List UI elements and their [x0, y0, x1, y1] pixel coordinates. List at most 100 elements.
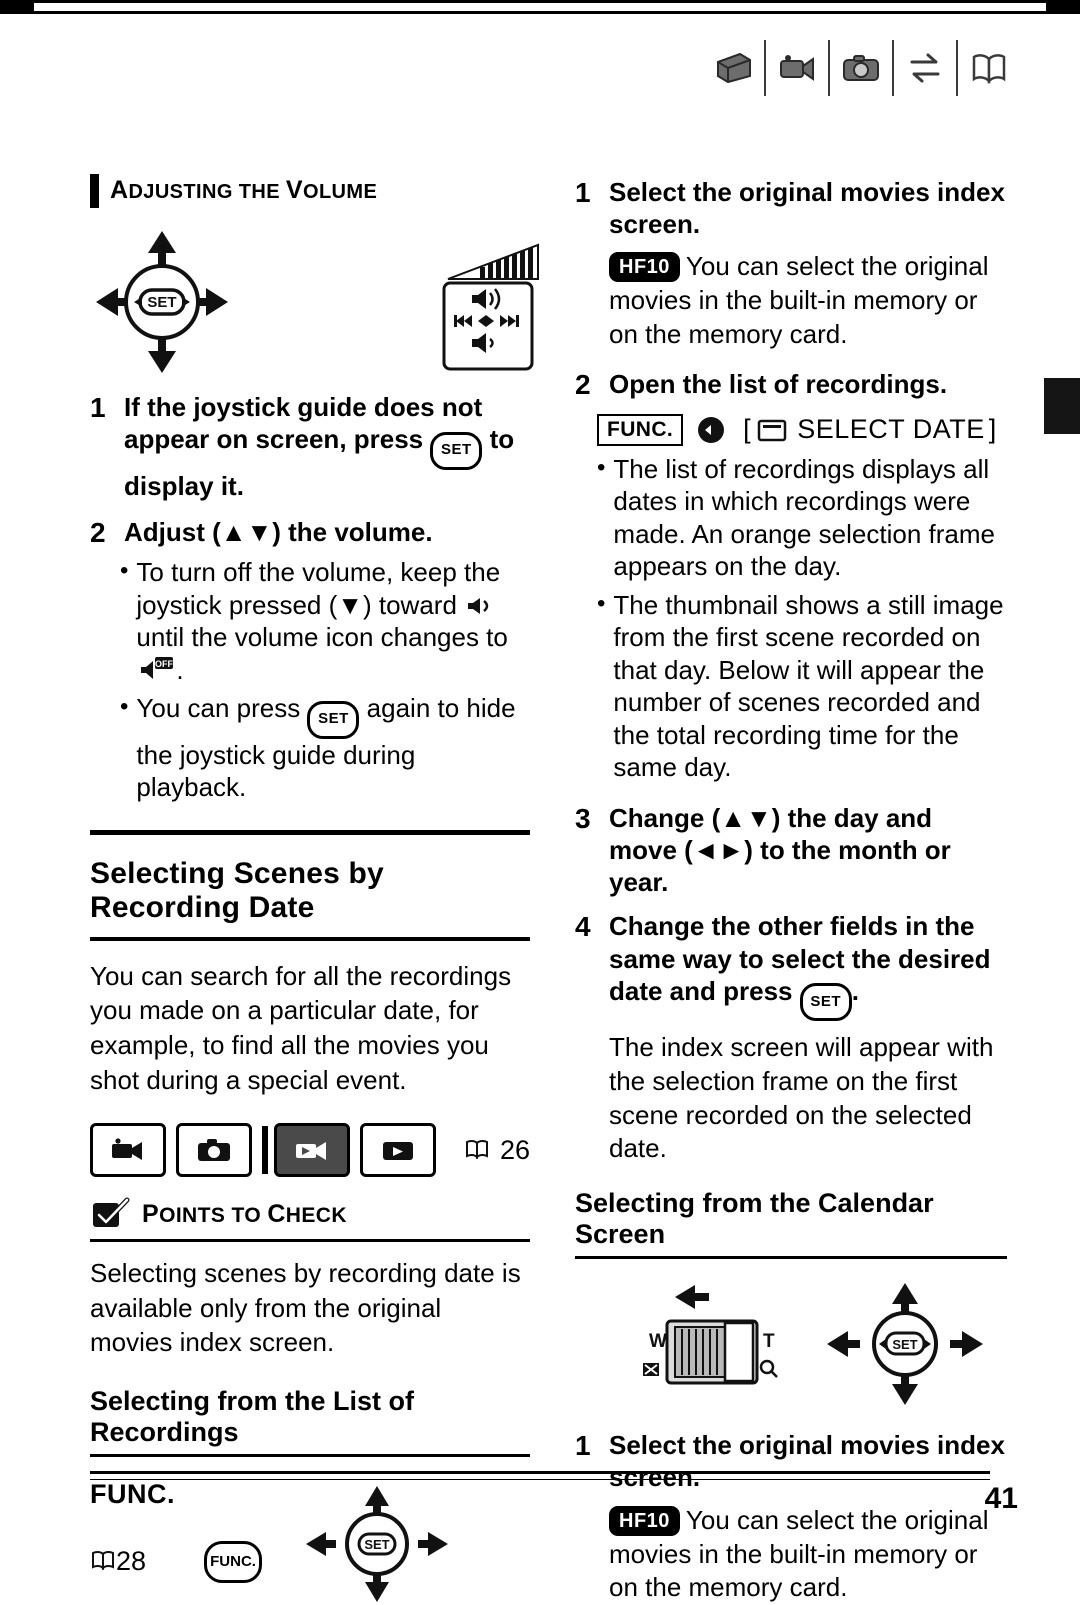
set-button-icon: SET [799, 983, 852, 1022]
step-text: If the joystick guide does not appear on… [116, 391, 530, 502]
adjusting-volume-heading: ADJUSTING THE VOLUME [90, 174, 530, 208]
bracket-close: ] [988, 414, 997, 445]
ptc-rest-b: HECK [285, 1203, 347, 1227]
ptc-cap-a: P [142, 1199, 160, 1228]
page-reference-number: 26 [499, 1134, 531, 1165]
bullet-text-c: until the volume icon changes to [136, 622, 508, 653]
page-top-black-bar [0, 0, 1080, 14]
book-ref-icon [90, 1546, 116, 1577]
svg-text:W: W [649, 1331, 667, 1352]
checkbox-icon [93, 1197, 130, 1228]
svg-text:T: T [763, 1331, 775, 1352]
page-number: 41 [984, 1482, 1018, 1515]
func-page-reference: 28 [90, 1546, 146, 1577]
step-text-b: . [851, 975, 859, 1006]
heading-cap-a: A [110, 176, 129, 204]
bullet-text: The thumbnail shows a still image from t… [613, 589, 1004, 783]
transfer-icon [894, 40, 958, 96]
step-text-a: If the joystick guide does not appear on… [124, 392, 483, 455]
bullet-dot: • [597, 589, 606, 617]
speaker-off-icon: OFF [141, 656, 174, 679]
right-step-1: 1 Select the original movies index scree… [575, 176, 1007, 240]
heading-rest-b: OLUME [302, 181, 378, 203]
svg-text:OFF: OFF [155, 659, 173, 669]
mode-separator [261, 1126, 269, 1175]
camera-icon [830, 40, 894, 96]
points-to-check-label: POINTS TO CHECK [130, 1200, 347, 1229]
section-title-recording-date: Selecting Scenes by Recording Date [90, 856, 384, 924]
book-ref-icon [464, 1135, 490, 1166]
step-text-a: Change ( [609, 802, 721, 833]
bullet-text: You can press SET again to hide the joys… [136, 692, 530, 803]
volume-guide-icon [420, 227, 550, 382]
step-number: 1 [90, 392, 106, 423]
right-bullet-2: • The thumbnail shows a still image from… [575, 589, 1007, 784]
side-tab-marker [1044, 378, 1080, 434]
hf10-note-1: HF10 You can select the original movies i… [575, 250, 1007, 351]
mode-icon-row: 26 [90, 1123, 530, 1178]
page-top-bar-inner [34, 3, 1046, 11]
card-icon [757, 419, 787, 441]
left-step-1: 1 If the joystick guide does not appear … [90, 391, 530, 502]
step-text: Change (▲▼) the day and move (◄►) to the… [601, 802, 1007, 899]
left-bullet-2: • You can press SET again to hide the jo… [90, 692, 530, 803]
leftright-arrows-icon: ◄► [692, 834, 745, 865]
joystick-small-icon [698, 416, 725, 443]
step-number: 3 [575, 802, 591, 834]
func-button-icon: FUNC. [204, 1540, 263, 1583]
section-divider [90, 829, 530, 835]
footer-rule-thin [90, 1479, 990, 1480]
joystick-guide-icon-3: SET [827, 1283, 983, 1406]
step-text-a: Adjust ( [124, 516, 221, 547]
joystick-guide-icon: SET [96, 231, 228, 373]
print-icon [702, 40, 766, 96]
svg-text:SET: SET [147, 294, 176, 311]
step4-note: The index screen will appear with the se… [609, 1032, 994, 1164]
menu-path-line: FUNC. [ SELECT DATE] [575, 413, 1007, 447]
right-step-2: 2 Open the list of recordings. [575, 368, 1007, 403]
svg-text:SET: SET [892, 1337, 917, 1352]
bracket-open: [ [743, 414, 752, 445]
hf10-badge: HF10 [609, 1505, 680, 1536]
bullet-text-b: ) toward [362, 589, 465, 620]
step-number: 2 [575, 368, 591, 400]
speaker-icon [468, 597, 489, 614]
photo-record-mode-icon [175, 1123, 252, 1178]
step-number: 2 [90, 516, 106, 548]
step-text-b: ) the volume. [272, 516, 433, 547]
left-bullet-1: • To turn off the volume, keep the joyst… [90, 556, 530, 686]
left-column: ADJUSTING THE VOLUME SET 1 If the joysti… [90, 174, 539, 1604]
bullet-dot: • [120, 557, 129, 585]
svg-text:SET: SET [364, 1537, 389, 1552]
down-arrow-icon: ▼ [337, 589, 363, 620]
step-number: 4 [575, 911, 591, 943]
heading-bar [90, 174, 99, 208]
ptc-rest-a: OINTS TO [159, 1203, 268, 1227]
set-button-icon: SET [430, 431, 483, 470]
hf10-badge: HF10 [609, 252, 680, 283]
right-bullet-1: • The list of recordings displays all da… [575, 453, 1007, 583]
photo-playback-mode-icon [360, 1123, 436, 1178]
bullet-text: To turn off the volume, keep the joystic… [136, 556, 530, 686]
bullet-text-d: . [176, 654, 184, 685]
bullet-dot: • [120, 693, 129, 721]
menu-label: SELECT DATE [797, 414, 985, 445]
subsection-calendar-screen: Selecting from the Calendar Screen [575, 1188, 1007, 1260]
set-button-icon: SET [307, 700, 360, 739]
heading-cap-b: V [285, 176, 303, 204]
right-step-calendar-1: 1 Select the original movies index scree… [575, 1429, 1007, 1493]
points-to-check-heading: POINTS TO CHECK [90, 1197, 530, 1243]
func-line: 28 FUNC. SET [90, 1485, 530, 1604]
step-text: Adjust (▲▼) the volume. [116, 516, 433, 551]
mode-page-reference: 26 [446, 1135, 530, 1166]
bullet-text-a: You can press [136, 693, 308, 724]
step-text-a: Change the other fields in the same way … [609, 911, 991, 1006]
bullet-dot: • [597, 453, 606, 481]
calendar-screen-graphic: W T SET [575, 1275, 1007, 1415]
movie-record-mode-icon [90, 1123, 166, 1178]
footer-rule [90, 1471, 990, 1474]
func-tag-icon: FUNC. [597, 413, 684, 446]
movie-playback-mode-icon [274, 1123, 351, 1178]
step-number: 1 [575, 177, 591, 208]
right-step-3: 3 Change (▲▼) the day and move (◄►) to t… [575, 802, 1007, 899]
